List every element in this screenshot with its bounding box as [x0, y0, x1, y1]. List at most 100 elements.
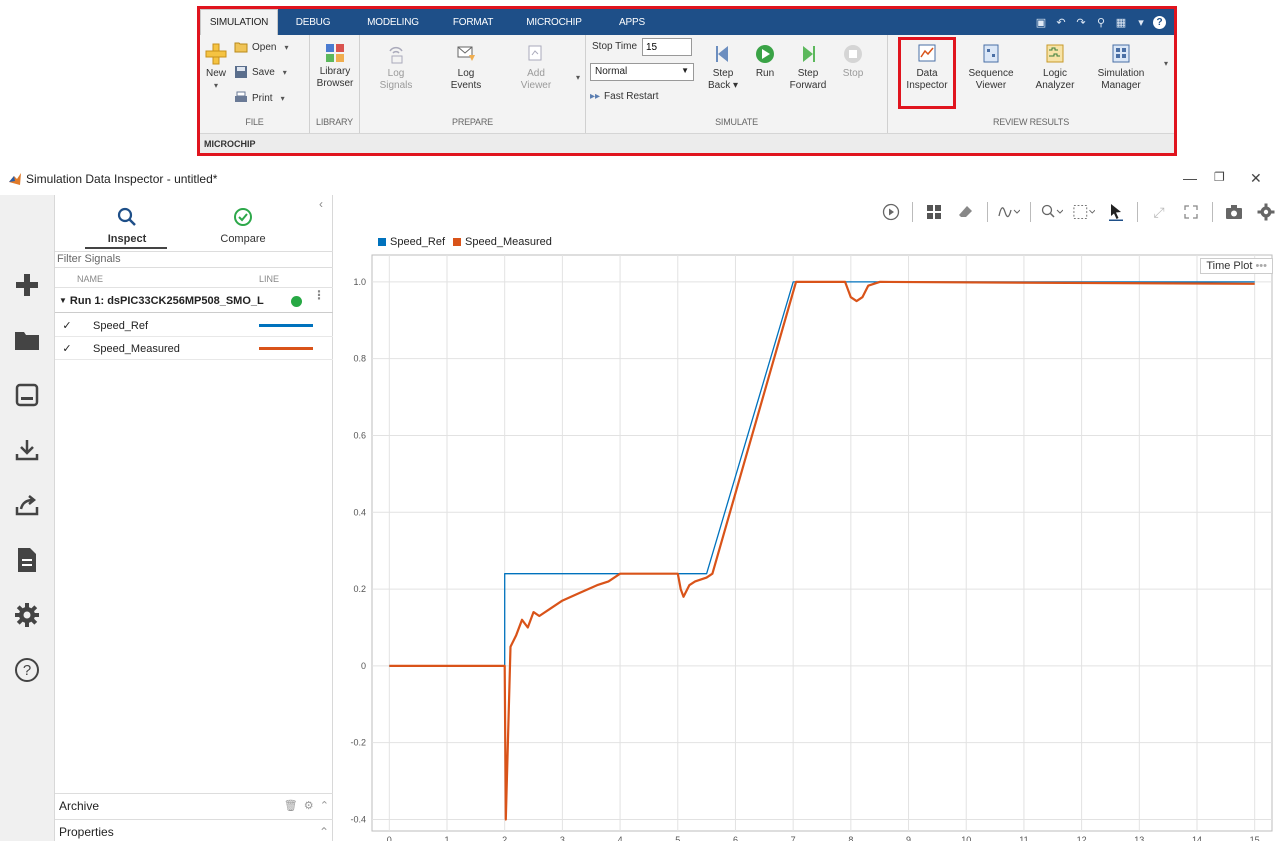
report-icon[interactable]: [12, 545, 42, 575]
trash-icon[interactable]: 🗑: [284, 800, 298, 812]
more-options-icon[interactable]: •••: [1255, 260, 1267, 272]
log-events-button[interactable]: Log Events: [444, 43, 488, 92]
run-button[interactable]: Run: [750, 43, 780, 80]
plot-settings-gear-icon[interactable]: [1255, 201, 1277, 223]
cursor-icon[interactable]: [1105, 201, 1127, 223]
collapse-panel-icon[interactable]: ‹: [319, 197, 323, 211]
expand-icon[interactable]: ⤢: [1148, 201, 1170, 223]
save-icon[interactable]: [12, 380, 42, 410]
inspect-tab-indicator: [85, 247, 167, 249]
eraser-icon[interactable]: [955, 201, 977, 223]
run-row[interactable]: ▼ Run 1: dsPIC33CK256MP508_SMO_L ⋮: [55, 289, 333, 313]
tab-microchip[interactable]: MICROCHIP: [508, 9, 600, 35]
simulation-manager-button[interactable]: Simulation Manager: [1092, 43, 1150, 92]
log-signals-button[interactable]: Log Signals: [374, 43, 418, 92]
speed-measured-checkbox[interactable]: ✓: [60, 342, 74, 356]
step-back-label-2[interactable]: Back ▾: [708, 80, 738, 92]
library-browser-button[interactable]: Library Browser: [314, 43, 356, 90]
layout-icon[interactable]: [923, 201, 945, 223]
undo-icon[interactable]: ↶: [1053, 14, 1069, 30]
open-dropdown-icon[interactable]: ▾: [284, 43, 288, 52]
review-expand-icon[interactable]: ▾: [1164, 59, 1168, 68]
tab-apps[interactable]: APPS: [600, 9, 664, 35]
time-plot-badge[interactable]: Time Plot •••: [1200, 258, 1273, 274]
x-tick-label: 0: [387, 835, 392, 841]
stop-time-input[interactable]: [642, 38, 692, 56]
save-dropdown-icon[interactable]: ▾: [283, 68, 287, 77]
sequence-viewer-button[interactable]: Sequence Viewer: [964, 43, 1018, 92]
logic-analyzer-icon: [1046, 44, 1064, 63]
prepare-expand-icon[interactable]: ▾: [576, 73, 580, 82]
archive-section[interactable]: Archive 🗑 ⚙ ⌃: [55, 793, 333, 815]
archive-controls: 🗑 ⚙ ⌃: [284, 799, 329, 812]
archive-label: Archive: [59, 799, 100, 813]
speed-ref-line-swatch[interactable]: [259, 324, 313, 327]
tab-debug[interactable]: DEBUG: [278, 9, 348, 35]
add-viewer-label: Add: [527, 68, 545, 79]
speed-ref-checkbox[interactable]: ✓: [60, 319, 74, 333]
tab-format[interactable]: FORMAT: [438, 9, 508, 35]
tab-inspect[interactable]: Inspect: [82, 197, 172, 251]
dropdown-icon[interactable]: ▾: [1133, 14, 1149, 30]
col-name-header: NAME: [77, 274, 104, 284]
tab-simulation[interactable]: SIMULATION: [200, 9, 278, 35]
redo-icon[interactable]: ↷: [1073, 14, 1089, 30]
zoom-icon[interactable]: [1041, 201, 1063, 223]
run-options-icon[interactable]: ⋮: [313, 289, 325, 301]
add-viewer-button[interactable]: Add Viewer: [514, 43, 558, 92]
gear-icon[interactable]: ⚙: [304, 800, 314, 812]
signal-row-speed-ref[interactable]: ✓ Speed_Ref: [55, 315, 333, 337]
x-tick-label: 11: [1019, 835, 1028, 841]
plot-area: ⤢ Speed_Ref Speed_Measured 0 1 2 3 4 5 6 7 8 9 10 1…: [334, 195, 1283, 841]
prepare-group-label: PREPARE: [452, 117, 493, 127]
save-icon[interactable]: ▣: [1033, 14, 1049, 30]
print-button[interactable]: Print ▾: [234, 91, 285, 105]
tab-modeling[interactable]: MODELING: [348, 9, 438, 35]
layout-icon[interactable]: ▦: [1113, 14, 1129, 30]
step-back-button[interactable]: Step Back ▾: [706, 43, 740, 92]
save-button[interactable]: Save ▾: [234, 65, 287, 79]
play-icon[interactable]: [880, 201, 902, 223]
speed-measured-line-swatch[interactable]: [259, 347, 313, 350]
simulation-mode-select[interactable]: Normal ▼: [590, 63, 694, 81]
expand-run-icon[interactable]: ▼: [59, 296, 67, 305]
step-forward-button[interactable]: Step Forward: [786, 43, 830, 92]
new-session-plus-icon[interactable]: [12, 270, 42, 300]
search-icon[interactable]: ⚲: [1093, 14, 1109, 30]
signal-icon[interactable]: [998, 201, 1020, 223]
help-icon[interactable]: ?: [1153, 15, 1166, 29]
restore-icon[interactable]: ❐: [1214, 170, 1225, 184]
close-icon[interactable]: ✕: [1250, 170, 1262, 187]
camera-icon[interactable]: [1223, 201, 1245, 223]
window-title-bar: Simulation Data Inspector - untitled*: [0, 166, 1283, 192]
logic-analyzer-button[interactable]: Logic Analyzer: [1028, 43, 1082, 92]
fast-restart-button[interactable]: ▸▸ Fast Restart: [590, 91, 659, 102]
folder-icon: [234, 42, 248, 53]
plot-toolbar: ⤢: [880, 201, 1277, 223]
properties-section[interactable]: Properties ⌃: [55, 819, 333, 841]
folder-icon[interactable]: [12, 325, 42, 355]
open-button[interactable]: Open ▾: [234, 41, 288, 53]
import-icon[interactable]: [12, 435, 42, 465]
print-dropdown-icon[interactable]: ▾: [281, 94, 285, 103]
fullscreen-icon[interactable]: [1180, 201, 1202, 223]
chevron-up-icon[interactable]: ⌃: [320, 800, 329, 812]
tab-compare[interactable]: Compare: [198, 197, 288, 251]
time-plot-chart[interactable]: 0 1 2 3 4 5 6 7 8 9 10 11 12 13 14 15-0.4-0.200.20.40.6…: [334, 245, 1283, 841]
log-signals-icon: [389, 46, 403, 64]
chevron-up-icon[interactable]: ⌃: [319, 825, 329, 839]
help-icon[interactable]: ?: [12, 655, 42, 685]
log-signals-label-2: Signals: [379, 80, 413, 91]
y-tick-label: 0.2: [353, 584, 366, 594]
minimize-icon[interactable]: —: [1183, 170, 1197, 186]
fit-icon[interactable]: [1073, 201, 1095, 223]
filter-signals-input[interactable]: Filter Signals: [55, 251, 333, 268]
simulation-manager-icon: [1112, 44, 1130, 63]
signal-row-speed-measured[interactable]: ✓ Speed_Measured: [55, 338, 333, 360]
new-button[interactable]: New ▾: [202, 43, 230, 92]
stop-button[interactable]: Stop: [838, 43, 868, 80]
export-icon[interactable]: [12, 490, 42, 520]
new-dropdown-icon[interactable]: ▾: [214, 80, 218, 92]
gear-icon[interactable]: [12, 600, 42, 630]
library-group-label: LIBRARY: [316, 117, 353, 127]
